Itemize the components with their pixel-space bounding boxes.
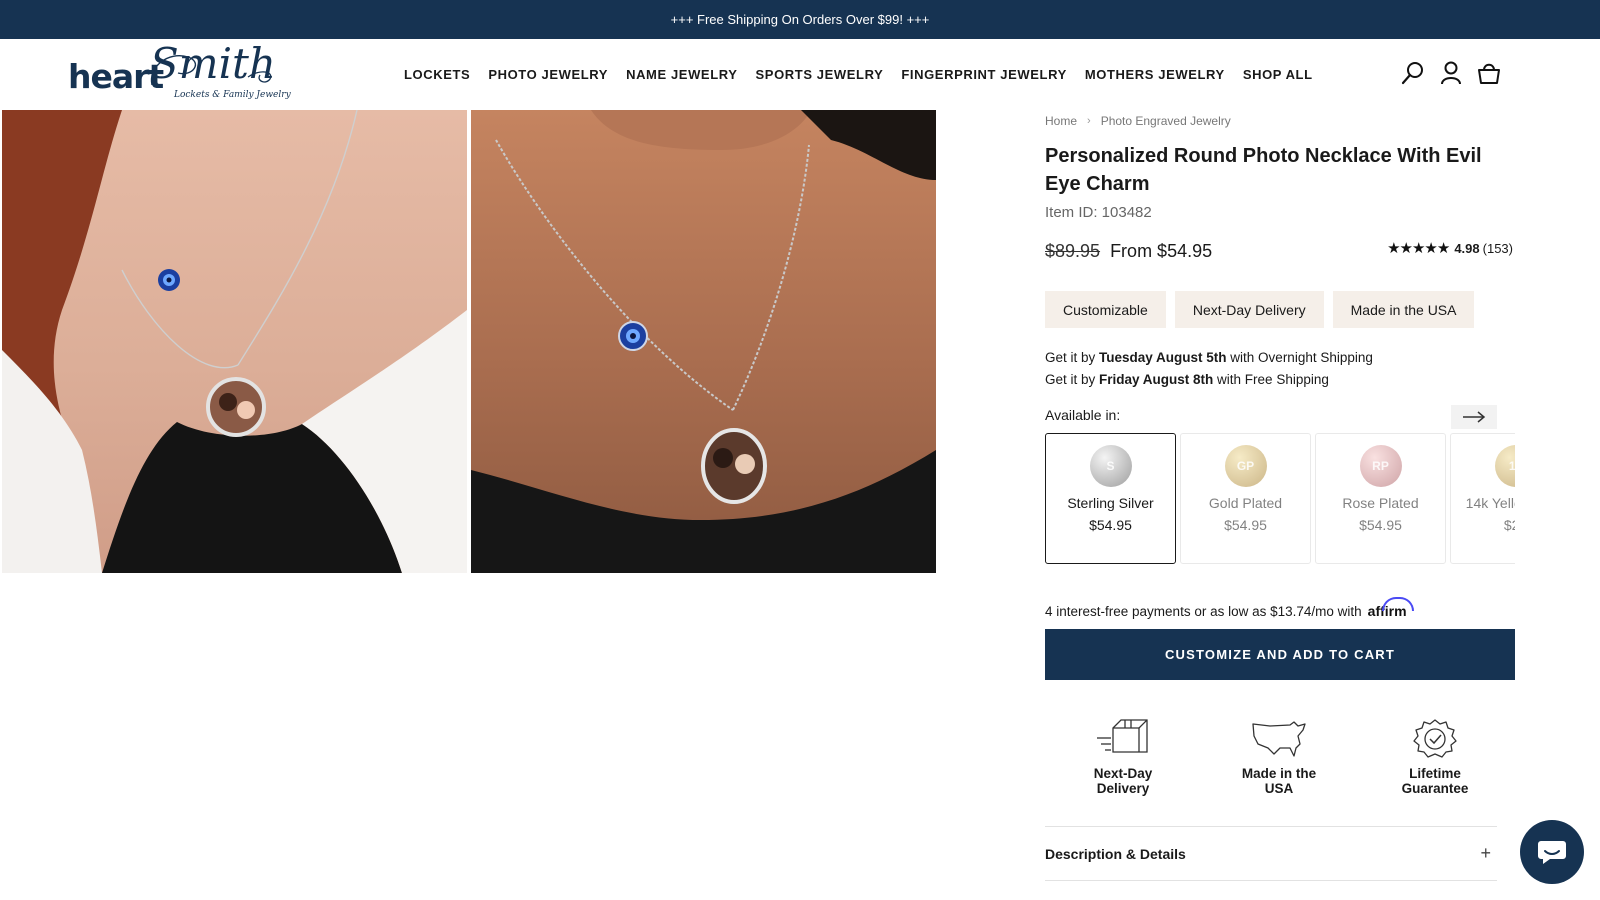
search-icon[interactable] <box>1400 59 1426 87</box>
nav-name-jewelry[interactable]: NAME JEWELRY <box>626 67 737 82</box>
item-id: Item ID: 103482 <box>1045 204 1152 221</box>
delivery-box-icon <box>1097 719 1148 753</box>
main-nav: LOCKETS PHOTO JEWELRY NAME JEWELRY SPORT… <box>404 39 1313 109</box>
feature-label: Next-Day Delivery <box>1093 766 1153 796</box>
rating-count: (153) <box>1482 240 1513 256</box>
nav-photo-jewelry[interactable]: PHOTO JEWELRY <box>488 67 608 82</box>
variant-rose-plated[interactable]: RP Rose Plated $54.95 <box>1315 433 1446 564</box>
feature-label: Made in the USA <box>1241 766 1317 796</box>
plus-icon: + <box>1480 843 1491 863</box>
variant-gold-plated[interactable]: GP Gold Plated $54.95 <box>1180 433 1311 564</box>
affirm-text: 4 interest-free payments or as low as $1… <box>1045 603 1362 619</box>
arrow-right-icon[interactable] <box>1451 405 1497 429</box>
delivery-estimates: Get it by Tuesday August 5th with Overni… <box>1045 347 1515 391</box>
variant-name: 14k Yellow Gold <box>1465 495 1515 511</box>
variant-name: Gold Plated <box>1208 495 1283 511</box>
variant-price: $24 <box>1503 517 1515 533</box>
variant-14k-yellow-gold[interactable]: 14 14k Yellow Gold $24 <box>1450 433 1515 564</box>
affirm-financing[interactable]: 4 interest-free payments or as low as $1… <box>1045 597 1515 619</box>
badge-made-in-usa: Made in the USA <box>1332 291 1475 328</box>
variant-sterling-silver[interactable]: S Sterling Silver $54.95 <box>1045 433 1176 564</box>
metal-variants: S Sterling Silver $54.95 GP Gold Plated … <box>1045 433 1515 565</box>
nav-lockets[interactable]: LOCKETS <box>404 67 470 82</box>
delivery-free: Get it by Friday August 8th with Free Sh… <box>1045 372 1329 387</box>
breadcrumb: Home › Photo Engraved Jewelry <box>1045 110 1515 132</box>
chevron-right-icon: › <box>1087 115 1091 127</box>
badge-next-day-delivery: Next-Day Delivery <box>1174 291 1324 328</box>
site-header: heart Smith Lockets & Family Jewelry LOC… <box>0 39 1600 109</box>
variant-name: Rose Plated <box>1342 495 1419 511</box>
product-photo-1[interactable] <box>2 110 467 573</box>
feature-lifetime-guarantee: Lifetime Guarantee <box>1357 718 1513 796</box>
star-rating-icon: ★★★★★ <box>1387 240 1450 257</box>
breadcrumb-current[interactable]: Photo Engraved Jewelry <box>1101 114 1231 128</box>
current-price: From $54.95 <box>1110 240 1213 261</box>
variant-price: $54.95 <box>1359 517 1402 533</box>
feature-made-in-usa: Made in the USA <box>1201 718 1357 796</box>
swatch-sterling-silver: S <box>1089 445 1132 487</box>
old-price: $89.95 <box>1045 240 1101 261</box>
variant-price: $54.95 <box>1089 517 1132 533</box>
account-icon[interactable] <box>1438 59 1464 87</box>
delivery-overnight: Get it by Tuesday August 5th with Overni… <box>1045 350 1373 365</box>
nav-shop-all[interactable]: SHOP ALL <box>1243 67 1313 82</box>
breadcrumb-home[interactable]: Home <box>1045 114 1077 128</box>
announcement-text: +++ Free Shipping On Orders Over $99! ++… <box>670 12 930 27</box>
product-photo-2[interactable] <box>471 110 936 573</box>
available-label: Available in: <box>1045 407 1121 423</box>
nav-mothers-jewelry[interactable]: MOTHERS JEWELRY <box>1085 67 1225 82</box>
rating[interactable]: ★★★★★ 4.98 (153) <box>1387 239 1513 257</box>
product-title: Personalized Round Photo Necklace With E… <box>1045 145 1482 195</box>
swatch-gold-plated: GP <box>1224 445 1267 487</box>
badge-customizable: Customizable <box>1045 291 1166 328</box>
description-accordion[interactable]: Description & Details + <box>1045 826 1497 881</box>
feature-badges: Customizable Next-Day Delivery Made in t… <box>1045 291 1515 328</box>
logo-tagline: Lockets & Family Jewelry <box>174 90 291 100</box>
available-row: Available in: <box>1045 405 1515 429</box>
affirm-logo: affirm <box>1367 597 1414 619</box>
swatch-14k-yellow-gold: 14 <box>1494 445 1515 487</box>
product-info: Home › Photo Engraved Jewelry Personaliz… <box>1045 110 1515 796</box>
announcement-bar: +++ Free Shipping On Orders Over $99! ++… <box>0 0 1600 39</box>
usa-map-icon <box>1252 721 1306 757</box>
nav-fingerprint-jewelry[interactable]: FINGERPRINT JEWELRY <box>901 67 1066 82</box>
logo[interactable]: heart Smith Lockets & Family Jewelry <box>68 39 291 105</box>
customize-add-to-cart-button[interactable]: CUSTOMIZE AND ADD TO CART <box>1045 629 1515 680</box>
variant-price: $54.95 <box>1224 517 1267 533</box>
variant-name: Sterling Silver <box>1067 495 1154 511</box>
feature-next-day-delivery: Next-Day Delivery <box>1045 718 1201 796</box>
chat-bubble-icon <box>1538 841 1566 864</box>
cart-icon[interactable] <box>1476 59 1502 87</box>
swatch-rose-plated: RP <box>1359 445 1402 487</box>
product-gallery <box>2 110 936 573</box>
feature-label: Lifetime Guarantee <box>1401 766 1469 796</box>
header-icons <box>1400 59 1502 87</box>
rating-score: 4.98 <box>1454 240 1480 256</box>
price-row: $89.95 From $54.95 ★★★★★ 4.98 (153) <box>1045 239 1515 263</box>
accordion-label: Description & Details <box>1045 845 1186 862</box>
nav-sports-jewelry[interactable]: SPORTS JEWELRY <box>756 67 884 82</box>
guarantee-badge-icon <box>1413 719 1457 758</box>
chat-button[interactable] <box>1520 820 1584 884</box>
feature-icons: Next-Day Delivery Made in the USA Lifeti… <box>1045 718 1515 796</box>
